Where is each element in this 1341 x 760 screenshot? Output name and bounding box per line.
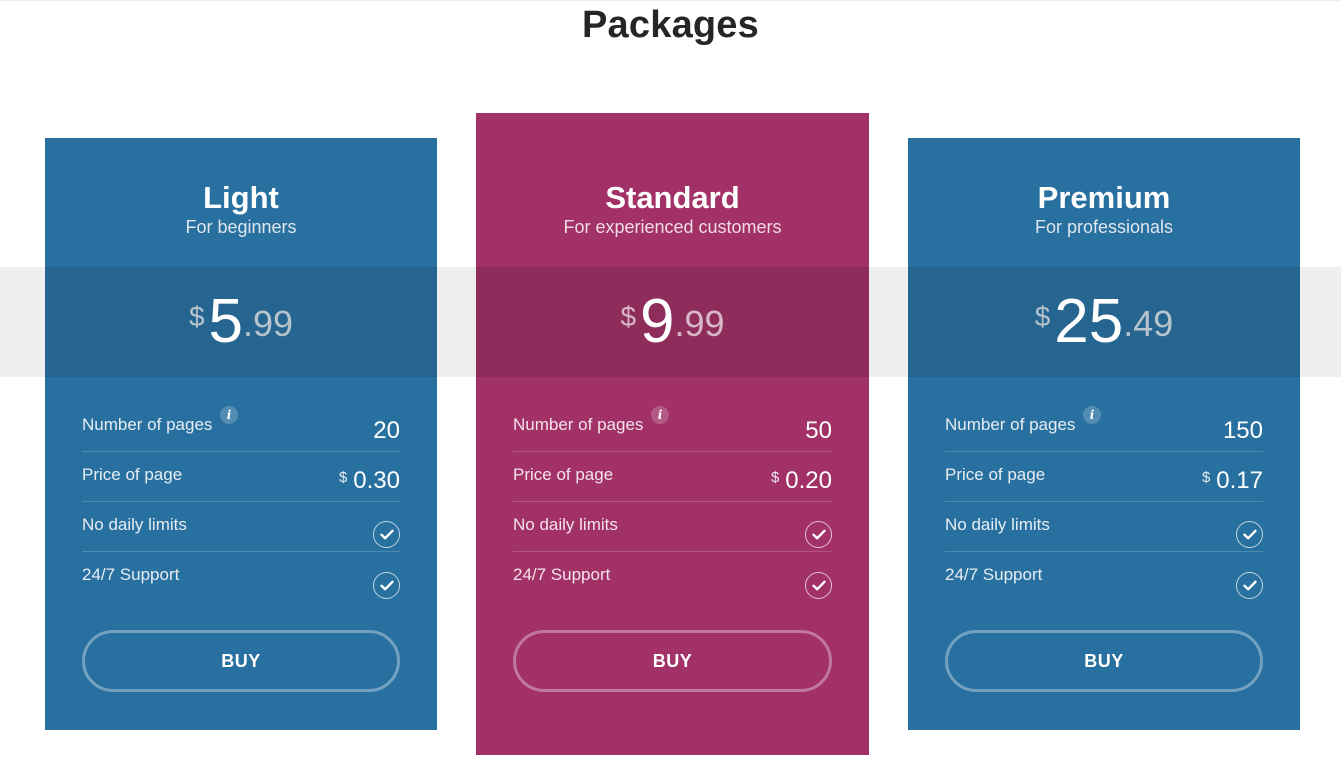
- price-decimal: .49: [1123, 303, 1174, 344]
- buy-button[interactable]: BUY: [945, 630, 1263, 692]
- page-price: $ 0.17: [1202, 467, 1263, 495]
- feature-no-daily-limits: No daily limits: [945, 502, 1263, 552]
- package-subtitle: For experienced customers: [563, 217, 782, 237]
- buy-button[interactable]: BUY: [513, 630, 832, 692]
- feature-number-of-pages: Number of pages i 150: [945, 402, 1263, 452]
- feature-price-of-page: Price of page $ 0.30: [82, 452, 400, 502]
- feature-support: 24/7 Support: [82, 552, 400, 602]
- top-divider: [0, 0, 1341, 1]
- feature-support: 24/7 Support: [513, 552, 832, 602]
- price-decimal: .99: [243, 303, 294, 344]
- package-card-light: Light For beginners $ 5 .99 Number of pa…: [45, 138, 437, 730]
- page-price-value: 0.17: [1216, 466, 1263, 494]
- feature-label: No daily limits: [945, 514, 1050, 534]
- price-display: $ 9 .99: [476, 267, 869, 377]
- price-integer: 9: [640, 287, 675, 356]
- price: $ 9 .99: [620, 291, 724, 353]
- feature-no-daily-limits: No daily limits: [513, 502, 832, 552]
- price-display: $ 5 .99: [45, 267, 437, 377]
- check-icon: [373, 571, 400, 599]
- feature-label: Number of pages: [82, 414, 213, 434]
- page-price-currency: $: [770, 468, 780, 486]
- package-subtitle: For beginners: [185, 217, 297, 237]
- pages-value: 50: [805, 416, 832, 444]
- feature-list: Number of pages i 50 Price of page $ 0.2…: [513, 402, 832, 602]
- package-name: Standard: [605, 180, 740, 215]
- feature-number-of-pages: Number of pages i 50: [513, 402, 832, 452]
- package-card-standard: Standard For experienced customers $ 9 .…: [476, 113, 869, 755]
- page-price-currency: $: [338, 468, 348, 486]
- feature-label: 24/7 Support: [82, 565, 180, 584]
- price: $ 5 .99: [189, 291, 293, 353]
- buy-button[interactable]: BUY: [82, 630, 400, 692]
- page-title: Packages: [582, 4, 759, 46]
- package-card-premium: Premium For professionals $ 25 .49 Numbe…: [908, 138, 1300, 730]
- price-integer: 25: [1054, 287, 1124, 356]
- feature-label: 24/7 Support: [513, 565, 611, 584]
- feature-no-daily-limits: No daily limits: [82, 502, 400, 552]
- feature-label: Number of pages: [945, 414, 1076, 434]
- package-name: Light: [203, 180, 279, 215]
- feature-label: 24/7 Support: [945, 565, 1043, 584]
- check-icon: [805, 571, 832, 599]
- card-header: Light For beginners: [45, 180, 437, 238]
- feature-price-of-page: Price of page $ 0.17: [945, 452, 1263, 502]
- feature-label: No daily limits: [82, 514, 187, 534]
- check-icon: [373, 521, 400, 548]
- feature-number-of-pages: Number of pages i 20: [82, 402, 400, 452]
- package-name: Premium: [1037, 180, 1171, 215]
- package-subtitle: For professionals: [1034, 217, 1174, 237]
- card-header: Standard For experienced customers: [476, 180, 869, 238]
- feature-label: Price of page: [82, 464, 183, 484]
- price-display: $ 25 .49: [908, 267, 1300, 377]
- price-currency: $: [188, 301, 205, 332]
- card-header: Premium For professionals: [908, 180, 1300, 238]
- feature-label: Number of pages: [513, 414, 644, 434]
- price-currency: $: [1034, 301, 1051, 332]
- feature-list: Number of pages i 150 Price of page $ 0.…: [945, 402, 1263, 602]
- page-price-currency: $: [1201, 468, 1211, 486]
- info-icon[interactable]: i: [651, 406, 669, 424]
- check-icon: [1236, 571, 1263, 599]
- page-price: $ 0.20: [771, 467, 832, 495]
- price: $ 25 .49: [1035, 291, 1174, 353]
- pages-value: 150: [1222, 416, 1263, 444]
- feature-label: Price of page: [945, 464, 1046, 484]
- price-currency: $: [620, 301, 637, 332]
- info-icon[interactable]: i: [1083, 406, 1101, 424]
- feature-list: Number of pages i 20 Price of page $ 0.3…: [82, 402, 400, 602]
- feature-support: 24/7 Support: [945, 552, 1263, 602]
- feature-price-of-page: Price of page $ 0.20: [513, 452, 832, 502]
- price-decimal: .99: [674, 303, 725, 344]
- page-price: $ 0.30: [339, 467, 400, 495]
- check-icon: [805, 521, 832, 548]
- info-icon[interactable]: i: [220, 406, 238, 424]
- price-integer: 5: [208, 287, 243, 356]
- pages-value: 20: [373, 416, 400, 444]
- check-icon: [1236, 521, 1263, 548]
- page-price-value: 0.30: [353, 466, 400, 494]
- feature-label: Price of page: [513, 464, 614, 484]
- feature-label: No daily limits: [513, 514, 618, 534]
- page-price-value: 0.20: [785, 466, 832, 494]
